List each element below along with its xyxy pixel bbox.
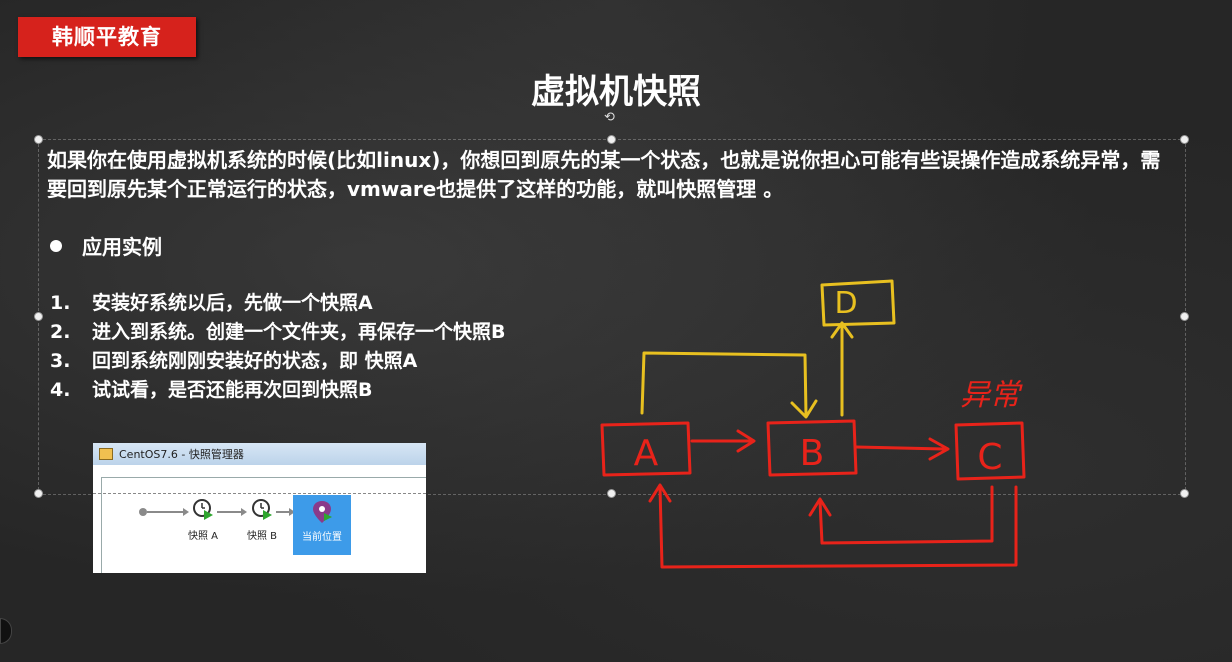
edge-b-to-c [854,445,946,451]
step-text: 安装好系统以后，先做一个快照A [92,292,373,314]
steps-list: 1. 安装好系统以后，先做一个快照A 2. 进入到系统。创建一个文件夹，再保存一… [50,289,505,405]
step-number: 3. [50,350,71,372]
clock-snapshot-icon [193,499,213,520]
resize-handle-br[interactable] [1180,489,1189,498]
slide-panel-tab[interactable] [0,618,12,644]
node-c-label: C [977,437,1002,478]
list-item: 1. 安装好系统以后，先做一个快照A [50,289,505,318]
edge-a-to-b-loop [640,351,808,417]
rotate-handle-icon[interactable]: ⟲ [604,110,615,125]
list-item: 2. 进入到系统。创建一个文件夹，再保存一个快照B [50,318,505,347]
step-text: 进入到系统。创建一个文件夹，再保存一个快照B [92,321,506,343]
resize-handle-mr[interactable] [1180,312,1189,321]
edge-c-to-a [658,485,1018,569]
node-d-label: D [834,286,857,321]
anomaly-annotation: 异常 [960,378,1023,413]
resize-handle-tl[interactable] [34,135,43,144]
snapshot-label: 快照 A [187,531,219,542]
snapshot-label: 快照 B [246,531,278,542]
brand-logo: 韩顺平教育 [18,17,196,57]
snapshot-node-a[interactable]: 快照 A [181,498,225,542]
node-d-box [820,279,896,327]
section-heading: 应用实例 [50,231,162,260]
node-b-label: B [800,433,825,474]
snapshot-node-b[interactable]: 快照 B [240,498,284,542]
section-heading-label: 应用实例 [82,235,162,259]
slide-title: 虚拟机快照 [531,72,701,112]
edge-c-to-b [818,485,994,545]
snapshot-flow-diagram: D A B C 异常 [600,279,1026,569]
resize-handle-bl[interactable] [34,489,43,498]
arrowhead-loop [790,399,818,419]
resize-handle-tr[interactable] [1180,135,1189,144]
step-number: 1. [50,292,71,314]
current-position-node[interactable]: 当前位置 [293,495,351,555]
intro-paragraph: 如果你在使用虚拟机系统的时候(比如linux)，你想回到原先的某一个状态，也就是… [47,148,1161,201]
step-number: 4. [50,379,71,401]
location-pin-icon [313,501,332,523]
step-number: 2. [50,321,71,343]
list-item: 4. 试试看，是否还能再次回到快照B [50,376,505,405]
step-text: 试试看，是否还能再次回到快照B [92,379,373,401]
resize-handle-ml[interactable] [34,312,43,321]
current-position-label: 当前位置 [302,532,342,543]
step-text: 回到系统刚刚安装好的状态，即 快照A [92,350,418,372]
bullet-icon [50,239,62,252]
list-item: 3. 回到系统刚刚安装好的状态，即 快照A [50,347,505,376]
resize-handle-tc[interactable] [607,135,616,144]
node-a-label: A [634,433,659,474]
snapshot-manager-screenshot: CentOS7.6 - 快照管理器 快照 A 快照 B 当前位置 [93,443,426,573]
clock-snapshot-icon [252,499,272,520]
